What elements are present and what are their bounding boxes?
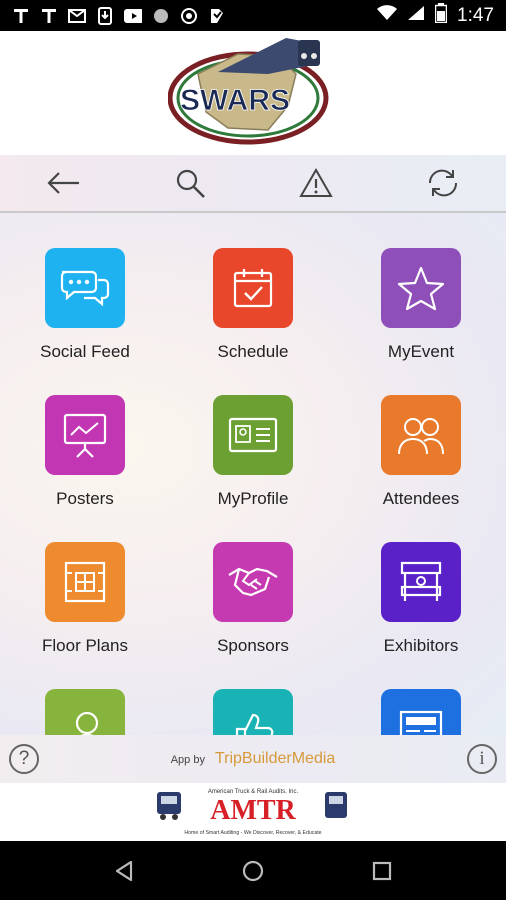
download-icon: [96, 6, 114, 25]
tile-myevent[interactable]: MyEvent: [337, 248, 505, 362]
back-button[interactable]: [33, 158, 93, 208]
tile-posters[interactable]: Posters: [1, 395, 169, 509]
tile-icon-bg: [213, 248, 293, 328]
tile-news[interactable]: [337, 689, 505, 735]
signal-icon: [407, 5, 425, 26]
people-icon: [398, 418, 444, 455]
tile-sponsors[interactable]: Sponsors: [169, 542, 337, 656]
notification-icons: [12, 6, 226, 25]
feature-grid: Social Feed Schedule MyEvent Posters MyP…: [0, 213, 506, 735]
help-button[interactable]: ?: [9, 744, 39, 774]
help-icon: ?: [18, 748, 30, 769]
swars-logo: SWARS: [168, 38, 329, 145]
nav-recents-icon: [372, 861, 391, 880]
app-by-brand[interactable]: TripBuilderMedia: [215, 750, 335, 768]
amtr-logo: American Truck & Rail Audits, Inc. AMTR …: [157, 789, 347, 836]
tile-label: Schedule: [217, 342, 289, 361]
floor-plan-icon: [64, 561, 106, 603]
tile-icon-bg: [213, 542, 293, 622]
tile-myprofile[interactable]: MyProfile: [169, 395, 337, 509]
tile-label: Floor Plans: [42, 636, 128, 655]
news-icon: [399, 710, 443, 735]
tile-label: Sponsors: [217, 636, 289, 655]
booth-icon: [400, 561, 442, 601]
info-button[interactable]: i: [467, 744, 497, 774]
system-icons: 1:47: [377, 3, 494, 28]
toolbar: [0, 155, 506, 213]
id-card-icon: [228, 417, 278, 453]
handshake-icon: [228, 567, 278, 597]
presentation-board-icon: [63, 413, 107, 458]
circle-icon: [152, 7, 170, 25]
tile-likes[interactable]: [169, 689, 337, 735]
alerts-button[interactable]: [286, 158, 346, 208]
logo-text: SWARS: [180, 84, 290, 117]
tile-exhibitors[interactable]: Exhibitors: [337, 542, 505, 656]
b-icon: [208, 7, 226, 25]
tile-icon-bg: [45, 395, 125, 475]
app-credit: App by TripBuilderMedia: [171, 750, 336, 768]
system-nav-bar: [0, 841, 506, 900]
info-icon: i: [479, 748, 485, 769]
tile-social-feed[interactable]: Social Feed: [1, 248, 169, 362]
tile-icon-bg: [213, 689, 293, 735]
tile-label: MyEvent: [387, 342, 455, 361]
tile-icon-bg: [45, 248, 125, 328]
battery-icon: [434, 3, 448, 28]
wifi-icon: [377, 5, 398, 26]
tile-attendees[interactable]: Attendees: [337, 395, 505, 509]
nav-back-icon: [116, 860, 133, 881]
tile-icon-bg: [213, 395, 293, 475]
back-arrow-icon: [47, 172, 80, 194]
footer-bar: ? App by TripBuilderMedia i: [0, 735, 506, 783]
tile-label: Social Feed: [40, 342, 130, 361]
shield-icon: [180, 7, 198, 25]
banner-tagline: Home of Smart Auditing - We Discover, Re…: [184, 830, 321, 836]
calendar-check-icon: [233, 269, 273, 308]
app-by-label: App by: [170, 754, 205, 766]
nav-back-button[interactable]: [96, 846, 152, 896]
tile-icon-bg: [381, 689, 461, 735]
tile-schedule[interactable]: Schedule: [169, 248, 337, 362]
search-button[interactable]: [160, 158, 220, 208]
refresh-button[interactable]: [413, 158, 473, 208]
speaker-icon: [75, 711, 99, 735]
tile-label: Exhibitors: [383, 636, 459, 655]
nav-recents-button[interactable]: [354, 846, 410, 896]
tile-label: MyProfile: [217, 489, 289, 508]
clock: 1:47: [457, 4, 494, 26]
star-icon: [397, 266, 445, 311]
tile-icon-bg: [381, 542, 461, 622]
tile-icon-bg: [381, 248, 461, 328]
tile-icon-bg: [381, 395, 461, 475]
refresh-icon: [428, 169, 457, 197]
banner-logo-text: AMTR: [210, 795, 296, 826]
tile-speakers[interactable]: [1, 689, 169, 735]
status-bar: 1:47: [0, 0, 506, 31]
thumbs-up-icon: [235, 713, 274, 735]
tile-icon-bg: [45, 689, 125, 735]
tile-floor-plans[interactable]: Floor Plans: [1, 542, 169, 656]
nav-home-button[interactable]: [225, 846, 281, 896]
chat-bubbles-icon: [60, 270, 110, 307]
tile-label: Posters: [56, 489, 114, 508]
search-icon: [176, 169, 205, 198]
alert-icon: [299, 167, 333, 197]
t-icon: [12, 7, 30, 25]
gmail-icon: [68, 7, 86, 25]
nav-home-icon: [242, 860, 264, 881]
t-icon: [40, 7, 58, 25]
event-header: SWARS: [0, 31, 506, 155]
youtube-icon: [124, 7, 142, 25]
sponsor-banner[interactable]: American Truck & Rail Audits, Inc. AMTR …: [0, 783, 506, 841]
tile-icon-bg: [45, 542, 125, 622]
tile-label: Attendees: [382, 489, 460, 508]
